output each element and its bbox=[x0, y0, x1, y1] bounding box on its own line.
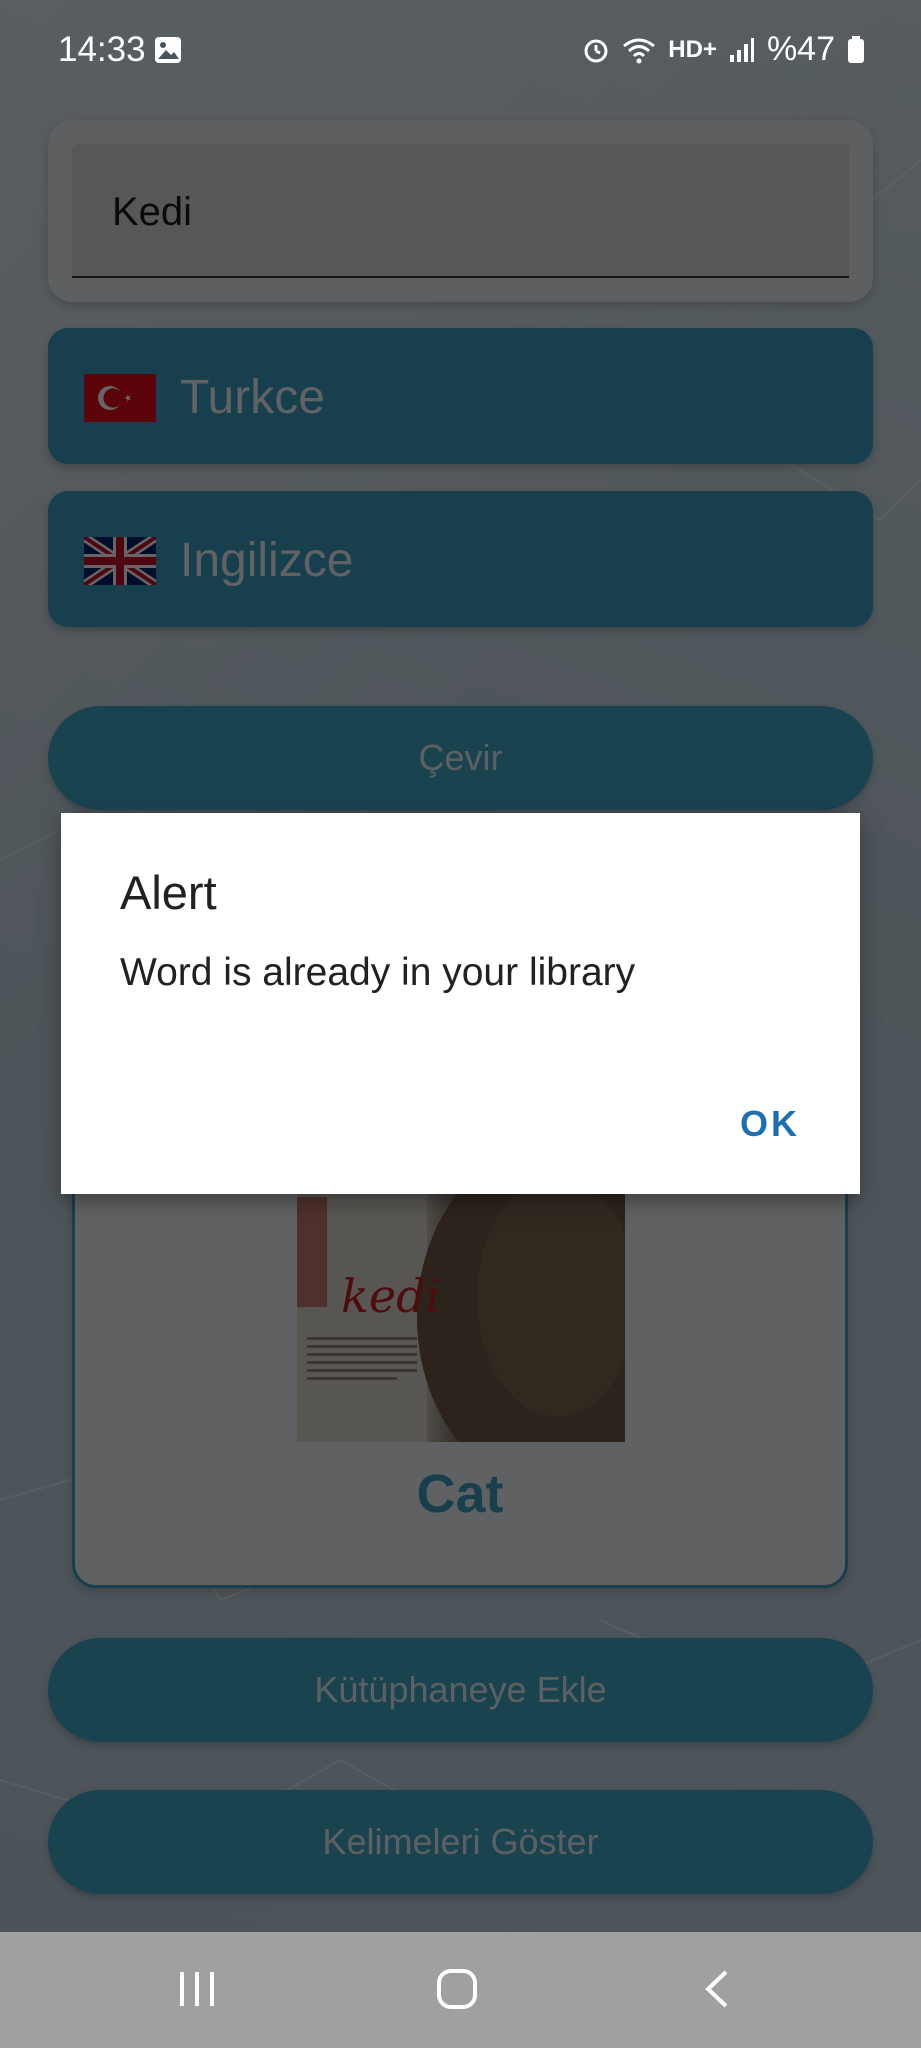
wifi-icon bbox=[623, 38, 656, 63]
word-input-card: Kedi bbox=[48, 120, 873, 302]
source-language-label: Turkce bbox=[180, 371, 325, 424]
dialog-title: Alert bbox=[120, 866, 217, 919]
add-to-library-button[interactable]: Kütüphaneye Ekle bbox=[48, 1638, 873, 1742]
word-input[interactable]: Kedi bbox=[72, 144, 849, 278]
result-image: kedi bbox=[297, 1157, 625, 1442]
word-input-value: Kedi bbox=[112, 190, 193, 234]
alarm-icon bbox=[584, 39, 608, 62]
alert-dialog: Alert Word is already in your library OK bbox=[61, 813, 860, 1194]
battery-icon bbox=[848, 35, 864, 63]
turkey-flag-icon bbox=[84, 374, 156, 422]
translation-result-card: kedi Cat bbox=[72, 1140, 848, 1588]
system-navigation-bar bbox=[0, 1932, 921, 2048]
dialog-message: Word is already in your library bbox=[120, 951, 636, 994]
battery-percent: %47 bbox=[766, 30, 835, 68]
back-icon[interactable] bbox=[700, 1968, 734, 2010]
recent-apps-icon[interactable] bbox=[176, 1968, 218, 2010]
translate-button[interactable]: Çevir bbox=[48, 706, 873, 810]
status-time: 14:33 bbox=[58, 30, 146, 69]
show-words-button[interactable]: Kelimeleri Göster bbox=[48, 1790, 873, 1894]
gallery-notification-icon bbox=[155, 37, 181, 63]
target-language-selector[interactable]: Ingilizce bbox=[48, 491, 873, 627]
network-type-label: HD+ bbox=[668, 35, 717, 63]
target-language-label: Ingilizce bbox=[180, 534, 354, 587]
poster-title: kedi bbox=[341, 1269, 440, 1323]
uk-flag-icon bbox=[84, 537, 156, 585]
translated-word: Cat bbox=[416, 1464, 504, 1524]
status-bar: 14:33 HD+ %47 bbox=[0, 0, 921, 104]
source-language-selector[interactable]: Turkce bbox=[48, 328, 873, 464]
signal-icon bbox=[729, 37, 754, 62]
status-icons: HD+ %47 bbox=[582, 30, 865, 69]
home-icon[interactable] bbox=[436, 1968, 478, 2010]
ok-button[interactable]: OK bbox=[740, 1103, 800, 1145]
